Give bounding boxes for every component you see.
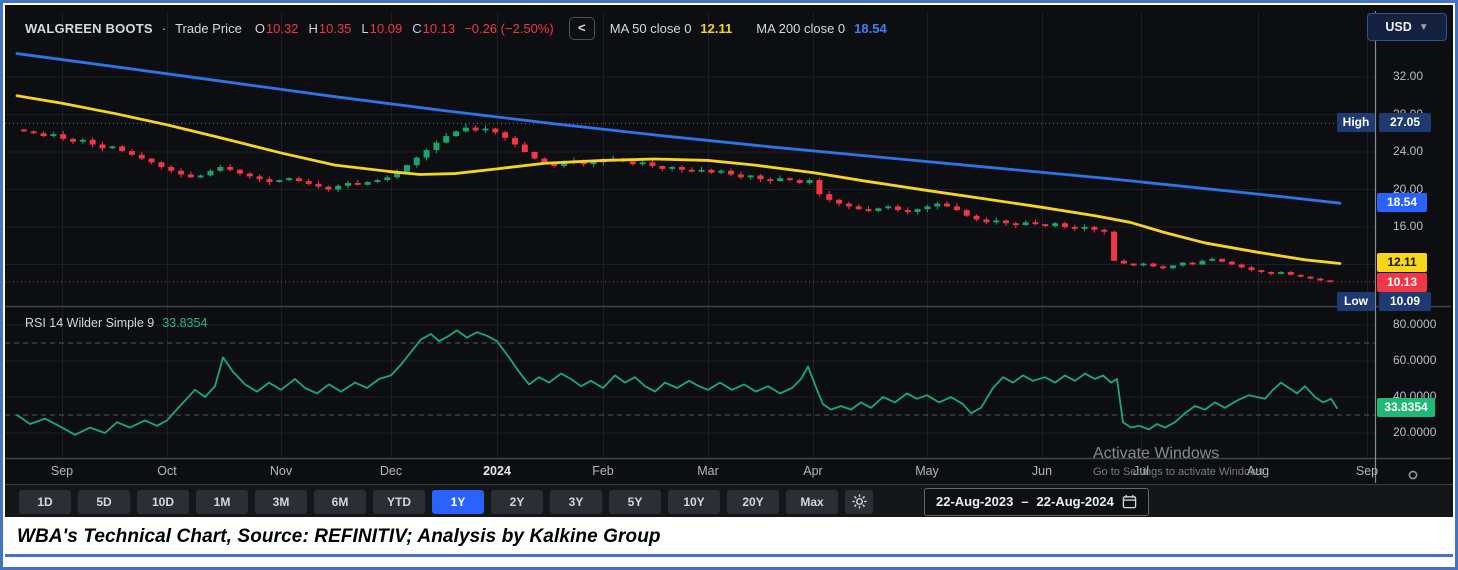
time-axis-label: 2024 xyxy=(483,464,511,478)
rsi-tick-label: 60.0000 xyxy=(1393,353,1437,367)
rsi-tick-label: 20.0000 xyxy=(1393,425,1437,439)
time-axis-label: Jun xyxy=(1031,464,1053,478)
time-axis-label: Sep xyxy=(50,464,74,478)
ohlc-values: O 10.32 H 10.35 L 10.09 C 10.13 xyxy=(255,21,455,36)
time-axis-label: Nov xyxy=(269,464,293,478)
currency-dropdown[interactable]: USD ▼ xyxy=(1367,13,1447,41)
ma50-legend-label[interactable]: MA 50 close 0 xyxy=(610,21,692,36)
rsi-current-value: 33.8354 xyxy=(162,316,208,330)
time-axis-label: Aug xyxy=(1246,464,1270,478)
currency-value: USD xyxy=(1385,20,1412,34)
range-button-1d[interactable]: 1D xyxy=(19,489,71,514)
time-axis-label: Jul xyxy=(1133,464,1149,478)
range-button-20y[interactable]: 20Y xyxy=(727,489,779,514)
low-tag-label: Low xyxy=(1337,292,1375,311)
high-tag-label: High xyxy=(1337,113,1375,133)
date-range-picker[interactable]: 22-Aug-2023 – 22-Aug-2024 xyxy=(924,487,1149,516)
range-button-3m[interactable]: 3M xyxy=(255,489,307,514)
ohlc-l: L 10.09 xyxy=(361,21,403,36)
range-button-6m[interactable]: 6M xyxy=(314,489,366,514)
range-button-5d[interactable]: 5D xyxy=(78,489,130,514)
time-axis-label: Oct xyxy=(157,464,177,478)
range-button-1y[interactable]: 1Y xyxy=(432,489,484,514)
figure-frame: WALGREEN BOOTS · Trade Price O 10.32 H 10.3… xyxy=(0,0,1458,570)
calendar-icon xyxy=(1122,494,1137,509)
ma50-price-label: 12.11 xyxy=(1377,253,1427,273)
trading-chart-app: WALGREEN BOOTS · Trade Price O 10.32 H 10.3… xyxy=(5,5,1453,517)
chart-legend: WALGREEN BOOTS · Trade Price O 10.32 H 10.3… xyxy=(25,17,887,40)
rsi-tick-label: 80.0000 xyxy=(1393,317,1437,331)
chart-settings-gear-button[interactable] xyxy=(845,489,873,514)
date-to: 22-Aug-2024 xyxy=(1036,494,1114,509)
time-axis-label: Mar xyxy=(697,464,719,478)
figure-caption: WBA's Technical Chart, Source: REFINITIV… xyxy=(5,519,1453,557)
range-button-10y[interactable]: 10Y xyxy=(668,489,720,514)
rsi-title: RSI 14 Wilder Simple 9 xyxy=(25,316,155,330)
ohlc-h: H 10.35 xyxy=(308,21,352,36)
caption-text: WBA's Technical Chart, Source: REFINITIV… xyxy=(17,525,661,547)
high-price-label: 27.05 xyxy=(1379,113,1431,133)
time-axis-label: Dec xyxy=(379,464,403,478)
ma200-legend-label[interactable]: MA 200 close 0 xyxy=(756,21,845,36)
low-price-label: 10.09 xyxy=(1379,292,1431,311)
range-button-3y[interactable]: 3Y xyxy=(550,489,602,514)
ma200-price-label: 18.54 xyxy=(1377,193,1427,213)
close-price-label: 10.13 xyxy=(1377,273,1427,293)
series-title[interactable]: Trade Price xyxy=(175,21,242,36)
time-axis-label: Sep xyxy=(1355,464,1379,478)
range-button-10d[interactable]: 10D xyxy=(137,489,189,514)
range-button-5y[interactable]: 5Y xyxy=(609,489,661,514)
range-buttons: 1D 5D 10D 1M 3M 6M YTD 1Y 2Y 3Y 5Y 10Y 20Y Max xyxy=(19,489,838,514)
ohlc-c: C 10.13 xyxy=(412,21,456,36)
range-button-1m[interactable]: 1M xyxy=(196,489,248,514)
date-from: 22-Aug-2023 xyxy=(936,494,1014,509)
change-value: −0.26 (−2.50%) xyxy=(464,21,554,36)
time-axis-label: Apr xyxy=(803,464,823,478)
time-axis-label: May xyxy=(915,464,939,478)
ohlc-o: O 10.32 xyxy=(254,21,299,36)
ma50-legend-value: 12.11 xyxy=(700,21,733,36)
range-button-2y[interactable]: 2Y xyxy=(491,489,543,514)
time-axis-label: Feb xyxy=(592,464,614,478)
ma200-legend-value: 18.54 xyxy=(854,21,887,36)
chevron-down-icon: ▼ xyxy=(1418,21,1429,33)
rsi-value-label: 33.8354 xyxy=(1377,398,1435,418)
collapse-legend-button[interactable]: < xyxy=(568,17,595,40)
chart-canvas[interactable] xyxy=(5,5,1451,484)
price-tick-label: 16.00 xyxy=(1393,219,1424,233)
price-tick-label: 32.00 xyxy=(1393,69,1424,83)
range-toolbar: 1D 5D 10D 1M 3M 6M YTD 1Y 2Y 3Y 5Y 10Y 20Y Max 22-Aug… xyxy=(5,484,1453,517)
date-range-dash: – xyxy=(1021,494,1029,509)
range-button-ytd[interactable]: YTD xyxy=(373,489,425,514)
legend-separator: · xyxy=(161,21,167,36)
range-button-max[interactable]: Max xyxy=(786,489,838,514)
symbol-title[interactable]: WALGREEN BOOTS xyxy=(25,21,153,36)
rsi-legend[interactable]: RSI 14 Wilder Simple 9 33.8354 xyxy=(25,316,207,330)
price-tick-label: 24.00 xyxy=(1393,144,1424,158)
